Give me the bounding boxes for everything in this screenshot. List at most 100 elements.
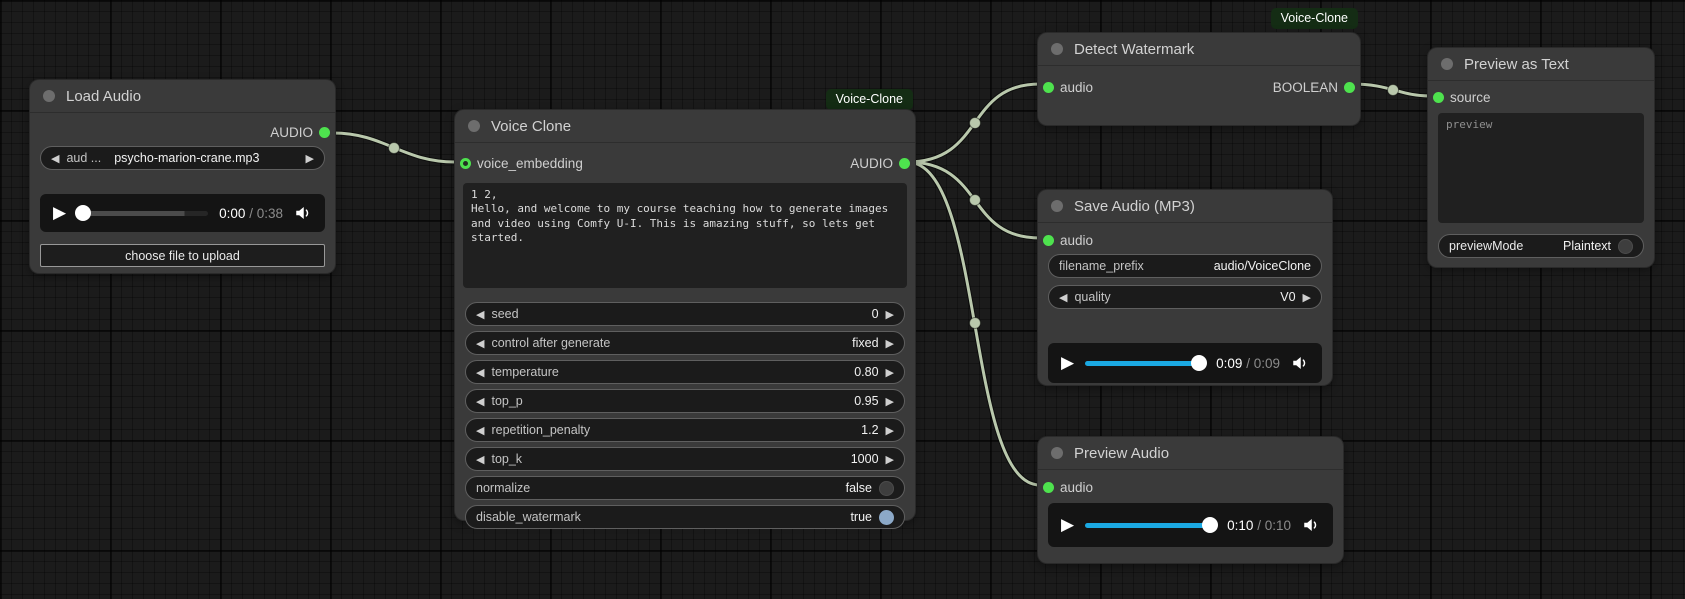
combo-value: psycho-marion-crane.mp3 [114, 151, 260, 165]
input-port-audio[interactable] [1043, 234, 1054, 246]
preview-textarea[interactable]: preview [1438, 113, 1644, 223]
widget-quality[interactable]: quality V0 [1048, 285, 1322, 309]
input-port-audio[interactable] [1043, 81, 1054, 93]
node-title: Voice Clone [491, 117, 572, 135]
text-input[interactable]: 1 2, Hello, and welcome to my course tea… [463, 183, 907, 288]
widget-top-p[interactable]: top_p 0.95 [465, 389, 905, 413]
decrement-icon[interactable] [476, 425, 484, 436]
widget-preview-mode[interactable]: previewMode Plaintext [1438, 234, 1644, 258]
volume-icon[interactable] [1302, 516, 1320, 534]
collapse-dot-icon[interactable] [1051, 447, 1063, 459]
increment-icon[interactable] [886, 367, 894, 378]
time-display: 0:10 / 0:10 [1227, 517, 1291, 533]
node-graph-canvas[interactable]: Voice-Clone Voice-Clone Load Audio AUDIO… [0, 0, 1685, 599]
collapse-dot-icon[interactable] [1051, 200, 1063, 212]
seek-knob[interactable] [75, 205, 92, 221]
choose-file-button[interactable]: choose file to upload [40, 244, 325, 267]
link-midpoint-dot [969, 317, 981, 329]
toggle-on-icon[interactable] [879, 509, 894, 525]
time-display: 0:09 / 0:09 [1216, 355, 1280, 371]
node-save-audio[interactable]: Save Audio (MP3) audio filename_prefix a… [1038, 190, 1332, 385]
output-port-audio[interactable] [899, 157, 910, 169]
increment-icon[interactable] [886, 309, 894, 320]
node-detect-watermark[interactable]: Detect Watermark audio BOOLEAN [1038, 33, 1360, 125]
audio-player: 0:00 / 0:38 [40, 194, 325, 232]
increment-icon[interactable] [886, 338, 894, 349]
increment-icon[interactable] [1303, 292, 1311, 303]
audio-file-combo[interactable]: aud ... psycho-marion-crane.mp3 [40, 146, 325, 170]
volume-icon[interactable] [1291, 354, 1309, 372]
toggle-off-icon[interactable] [1618, 238, 1633, 254]
link-voiceclone-previewaudio [905, 160, 1042, 487]
output-port-boolean[interactable] [1344, 81, 1355, 93]
toggle-off-icon[interactable] [879, 480, 894, 496]
widget-control-after-generate[interactable]: control after generate fixed [465, 331, 905, 355]
time-display: 0:00 / 0:38 [219, 205, 283, 221]
input-port-source[interactable] [1433, 91, 1444, 103]
input-label: source [1450, 89, 1491, 105]
input-row-source: source [1428, 85, 1654, 109]
node-title: Preview Audio [1074, 444, 1170, 462]
output-label: AUDIO [270, 124, 313, 140]
collapse-dot-icon[interactable] [43, 90, 55, 102]
play-button-icon[interactable] [1061, 355, 1074, 372]
decrement-icon[interactable] [476, 338, 484, 349]
input-row-audio: audio [1038, 475, 1343, 499]
decrement-icon[interactable] [476, 309, 484, 320]
increment-icon[interactable] [886, 425, 894, 436]
io-row: voice_embedding AUDIO [455, 151, 915, 175]
seek-knob[interactable] [1202, 517, 1219, 533]
widget-repetition-penalty[interactable]: repetition_penalty 1.2 [465, 418, 905, 442]
node-preview-as-text[interactable]: Preview as Text source preview previewMo… [1428, 48, 1654, 267]
collapse-dot-icon[interactable] [1441, 58, 1453, 70]
play-button-icon[interactable] [1061, 517, 1074, 534]
input-label: audio [1060, 232, 1094, 248]
input-row-audio: audio [1038, 228, 1332, 252]
node-badge-voice-clone: Voice-Clone [825, 89, 913, 110]
link-midpoint-dot [969, 194, 981, 206]
seek-knob[interactable] [1191, 355, 1208, 371]
increment-icon[interactable] [886, 454, 894, 465]
next-value-icon[interactable] [306, 153, 314, 164]
io-row: audio BOOLEAN [1038, 75, 1360, 99]
play-button-icon[interactable] [53, 205, 66, 222]
link-midpoint-dot [388, 142, 400, 154]
volume-icon[interactable] [294, 204, 312, 222]
node-title-bar: Preview as Text [1428, 48, 1654, 81]
input-port-voice-embedding[interactable] [460, 157, 471, 169]
decrement-icon[interactable] [1059, 292, 1067, 303]
link-voiceclone-detectwatermark [905, 82, 1042, 164]
collapse-dot-icon[interactable] [468, 120, 480, 132]
input-label: audio [1060, 79, 1094, 95]
node-title-bar: Detect Watermark [1038, 33, 1360, 66]
node-voice-clone[interactable]: Voice Clone voice_embedding AUDIO 1 2, H… [455, 110, 915, 529]
prev-value-icon[interactable] [51, 153, 59, 164]
node-preview-audio[interactable]: Preview Audio audio 0:10 / 0:10 [1038, 437, 1343, 563]
widget-temperature[interactable]: temperature 0.80 [465, 360, 905, 384]
widget-normalize[interactable]: normalize false [465, 476, 905, 500]
decrement-icon[interactable] [476, 454, 484, 465]
collapse-dot-icon[interactable] [1051, 43, 1063, 55]
output-port-audio[interactable] [319, 126, 330, 138]
node-title-bar: Voice Clone [455, 110, 915, 143]
seek-slider[interactable] [1085, 355, 1208, 371]
increment-icon[interactable] [886, 396, 894, 407]
widget-disable-watermark[interactable]: disable_watermark true [465, 505, 905, 529]
node-title-bar: Preview Audio [1038, 437, 1343, 470]
audio-player: 0:10 / 0:10 [1048, 503, 1333, 547]
decrement-icon[interactable] [476, 396, 484, 407]
seek-slider[interactable] [1085, 517, 1219, 533]
link-midpoint-dot [1387, 84, 1399, 96]
node-load-audio[interactable]: Load Audio AUDIO aud ... psycho-marion-c… [30, 80, 335, 273]
output-row-audio: AUDIO [30, 120, 335, 144]
widget-filename-prefix[interactable]: filename_prefix audio/VoiceClone [1048, 254, 1322, 278]
node-title: Save Audio (MP3) [1074, 197, 1195, 215]
widget-top-k[interactable]: top_k 1000 [465, 447, 905, 471]
combo-label: aud ... [66, 151, 102, 165]
input-label: audio [1060, 479, 1094, 495]
seek-slider[interactable] [75, 205, 209, 221]
decrement-icon[interactable] [476, 367, 484, 378]
link-voiceclone-saveaudio [905, 160, 1042, 240]
widget-seed[interactable]: seed 0 [465, 302, 905, 326]
input-port-audio[interactable] [1043, 481, 1054, 493]
